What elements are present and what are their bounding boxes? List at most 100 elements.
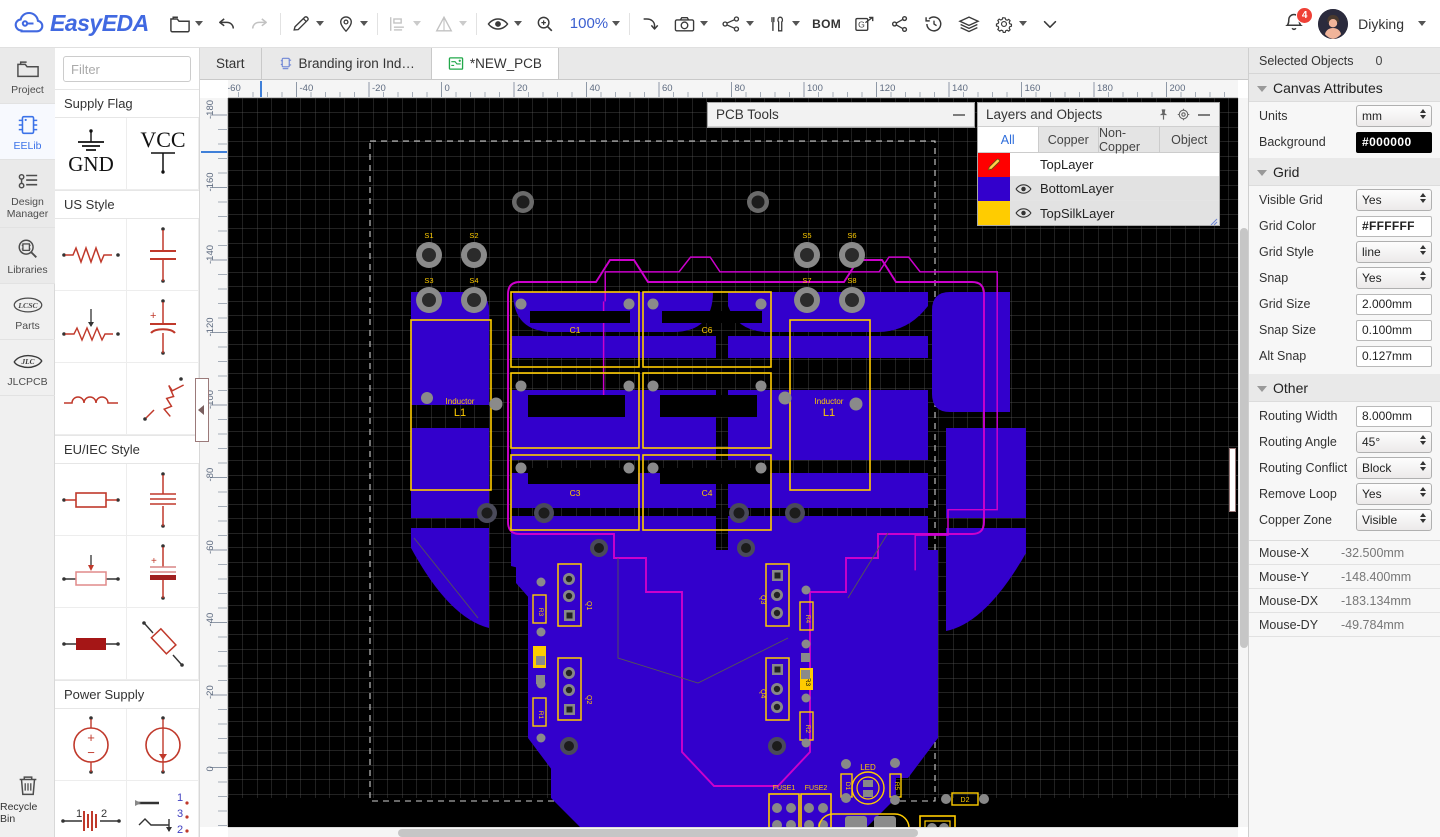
varistor-us-symbol[interactable] — [127, 363, 199, 435]
group-header-grid[interactable]: Grid — [1249, 158, 1440, 186]
canvas-right-handle[interactable] — [1229, 448, 1236, 512]
place-tool-button[interactable] — [330, 7, 374, 41]
vertical-ruler[interactable]: -180 -160 -140 -120 -100 -80 -60 -40 -20 0 — [200, 98, 228, 827]
resize-grip-icon[interactable] — [1208, 214, 1218, 226]
filter-input[interactable] — [63, 56, 191, 82]
notifications-button[interactable]: 4 — [1282, 6, 1314, 37]
capacitor-us-symbol[interactable] — [127, 219, 199, 291]
layer-color-swatch-topsilklayer[interactable] — [978, 201, 1010, 225]
property-select-copper-zone[interactable]: Visible — [1356, 509, 1432, 531]
diagonal-resistor-symbol[interactable] — [127, 608, 199, 680]
resistor-eu-symbol[interactable] — [55, 464, 127, 536]
vcc-symbol[interactable]: VCC — [127, 118, 199, 190]
chevron-down-icon[interactable] — [1418, 21, 1426, 26]
history-button[interactable] — [917, 7, 951, 41]
property-value-alt-snap[interactable]: 0.127mm — [1356, 345, 1432, 367]
file-menu-button[interactable] — [163, 7, 209, 41]
polarized-capacitor-eu-symbol[interactable]: + — [127, 536, 199, 608]
layers-button[interactable] — [951, 7, 987, 41]
layers-tab-non-copper[interactable]: Non-Copper — [1099, 126, 1160, 154]
tab-new-pcb[interactable]: *NEW_PCB — [431, 48, 559, 79]
battery-symbol[interactable]: 1 2 — [55, 781, 127, 837]
tab-start[interactable]: Start — [200, 48, 262, 79]
share-button[interactable] — [883, 7, 917, 41]
inductor-us-symbol[interactable] — [55, 363, 127, 435]
more-options-button[interactable] — [1033, 7, 1067, 41]
property-value-routing-width[interactable]: 8.000mm — [1356, 405, 1432, 427]
settings-button[interactable] — [987, 7, 1033, 41]
screenshot-button[interactable] — [667, 7, 714, 41]
property-select-visible-grid[interactable]: Yes — [1356, 189, 1432, 211]
connector-symbol[interactable]: 1 3 2 — [127, 781, 199, 837]
property-select-units[interactable]: mm — [1356, 105, 1432, 127]
layer-row-topsilklayer[interactable]: TopSilkLayer — [978, 201, 1219, 225]
sidebar-item-libraries[interactable]: Libraries — [0, 228, 55, 284]
property-value-snap-size[interactable]: 0.100mm — [1356, 319, 1432, 341]
sidebar-item-recycle-bin[interactable]: Recycle Bin — [0, 773, 55, 825]
voltage-source-symbol[interactable]: + − — [55, 709, 127, 781]
property-select-grid-style[interactable]: line — [1356, 241, 1432, 263]
vertical-scroll-thumb[interactable] — [1240, 228, 1248, 648]
current-source-symbol[interactable] — [127, 709, 199, 781]
undo-button[interactable] — [209, 7, 243, 41]
filled-resistor-eu-symbol[interactable] — [55, 608, 127, 680]
measure-tool-button[interactable] — [427, 7, 473, 41]
property-value-grid-color[interactable]: #FFFFFF — [1356, 215, 1432, 237]
polarized-capacitor-us-symbol[interactable]: + — [127, 291, 199, 363]
group-header-other[interactable]: Other — [1249, 374, 1440, 402]
svg-text:0: 0 — [445, 83, 450, 94]
layer-row-bottomlayer[interactable]: BottomLayer — [978, 176, 1219, 201]
property-select-routing-angle[interactable]: 45° — [1356, 431, 1432, 453]
tools-button[interactable] — [760, 7, 806, 41]
potentiometer-us-symbol[interactable] — [55, 291, 127, 363]
sidebar-item-project[interactable]: Project — [0, 48, 55, 104]
minimize-icon[interactable] — [952, 110, 966, 120]
zoom-level-selector[interactable]: 100% — [562, 7, 626, 41]
gnd-symbol[interactable]: GND — [55, 118, 127, 190]
sidebar-item-eelib[interactable]: EELib — [0, 104, 55, 160]
sidebar-item-jlcpcb[interactable]: JLC JLCPCB — [0, 340, 55, 396]
horizontal-scroll-thumb[interactable] — [398, 829, 918, 837]
pin-icon[interactable] — [1157, 108, 1170, 121]
app-logo[interactable]: EasyEDA — [0, 10, 163, 37]
property-select-routing-conflict[interactable]: Block — [1356, 457, 1432, 479]
import-button[interactable] — [633, 7, 667, 41]
draw-tool-button[interactable] — [284, 7, 330, 41]
align-tool-button[interactable] — [381, 7, 427, 41]
redo-button[interactable] — [243, 7, 277, 41]
capacitor-eu-symbol[interactable] — [127, 464, 199, 536]
layer-visibility-bottomlayer[interactable] — [1010, 183, 1036, 195]
minimize-icon[interactable] — [1197, 110, 1211, 120]
avatar[interactable] — [1318, 8, 1349, 39]
layer-visibility-topsilklayer[interactable] — [1010, 207, 1036, 219]
group-header-canvas-attributes[interactable]: Canvas Attributes — [1249, 74, 1440, 102]
layer-row-toplayer[interactable]: TopLayer — [978, 152, 1219, 177]
layers-panel-header[interactable]: Layers and Objects — [978, 103, 1219, 127]
gear-icon[interactable] — [1177, 108, 1190, 121]
property-select-snap[interactable]: Yes — [1356, 267, 1432, 289]
layer-color-swatch-toplayer[interactable] — [978, 152, 1010, 177]
canvas-left-handle[interactable] — [195, 378, 209, 442]
tab-branding-iron[interactable]: Branding iron Ind… — [261, 48, 432, 79]
horizontal-ruler[interactable]: -60 -40 -20 0 20 40 60 80 100 120 140 160 180 200 — [228, 80, 1238, 98]
layers-tab-copper[interactable]: Copper — [1039, 127, 1099, 152]
sidebar-item-design-manager[interactable]: Design Manager — [0, 160, 55, 228]
netlist-button[interactable] — [714, 7, 760, 41]
sidebar-item-parts[interactable]: LCSC Parts — [0, 284, 55, 340]
potentiometer-eu-symbol[interactable] — [55, 536, 127, 608]
vertical-scrollbar[interactable] — [1238, 98, 1248, 827]
resistor-us-symbol[interactable] — [55, 219, 127, 291]
pcb-tools-header[interactable]: PCB Tools — [708, 103, 974, 127]
bom-button[interactable]: BOM — [806, 7, 847, 41]
property-value-grid-size[interactable]: 2.000mm — [1356, 293, 1432, 315]
visibility-button[interactable] — [480, 7, 528, 41]
horizontal-scrollbar[interactable] — [228, 827, 1238, 837]
property-value-background[interactable]: #000000 — [1356, 131, 1432, 153]
layers-tab-object[interactable]: Object — [1160, 127, 1220, 152]
zoom-button[interactable] — [528, 7, 562, 41]
layers-tab-all[interactable]: All — [978, 127, 1039, 152]
gerber-export-button[interactable]: G — [847, 7, 883, 41]
property-select-remove-loop[interactable]: Yes — [1356, 483, 1432, 505]
layer-color-swatch-bottomlayer[interactable] — [978, 176, 1010, 201]
bom-label: BOM — [812, 16, 842, 31]
